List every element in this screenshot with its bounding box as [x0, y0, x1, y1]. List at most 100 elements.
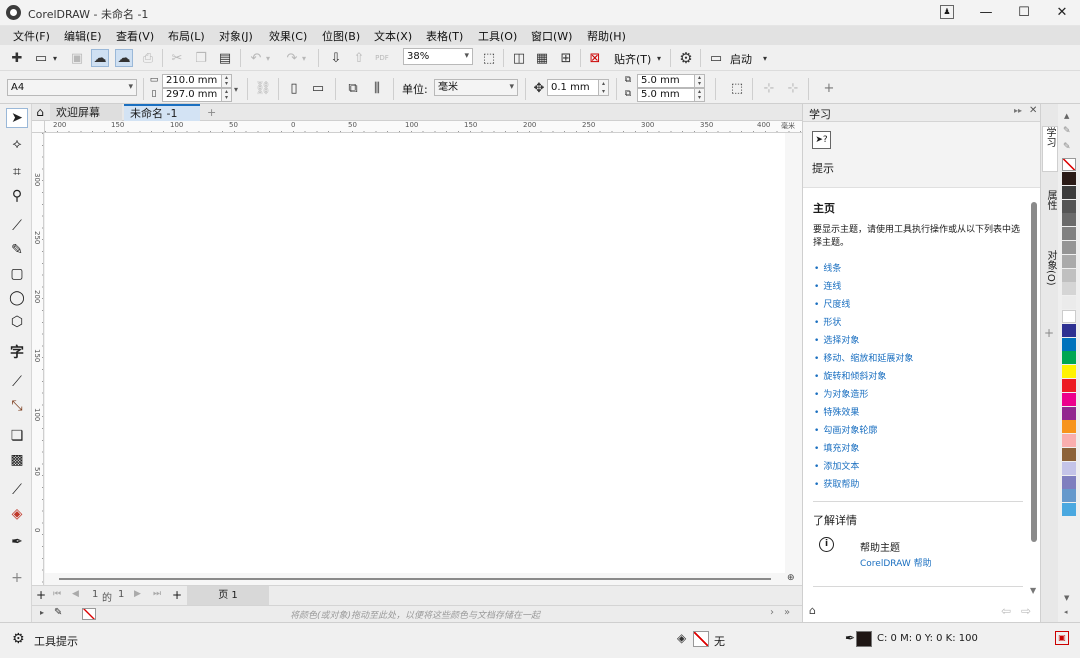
ruler-origin[interactable] — [32, 121, 45, 133]
palette-swatch[interactable] — [1062, 420, 1076, 434]
palette-swatch[interactable] — [1062, 185, 1076, 199]
duplicate-y-field[interactable]: 5.0 mm — [637, 88, 695, 102]
topic-link-add-text[interactable]: 添加文本 — [814, 459, 859, 472]
palette-swatch[interactable] — [1062, 227, 1076, 241]
redo-dropdown-icon[interactable]: ▾ — [299, 49, 309, 67]
duplicate-x-field[interactable]: 5.0 mm — [637, 74, 695, 88]
artistic-media-tool-icon[interactable]: ✎ — [6, 240, 28, 260]
coreldraw-help-link[interactable]: CorelDRAW 帮助 — [860, 556, 932, 569]
palette-eyedropper-icon[interactable]: ✎ — [1063, 126, 1071, 136]
drawing-scale-icon[interactable]: ⊹ — [760, 79, 778, 97]
add-toolbar-icon[interactable]: + — [820, 79, 838, 97]
launch-icon[interactable]: ▭ — [707, 49, 725, 67]
docker-pin-icon[interactable]: ▸▸ — [1014, 106, 1022, 115]
topic-link-connectors[interactable]: 连线 — [814, 279, 841, 292]
menu-text[interactable]: 文本(X) — [374, 28, 412, 44]
new-document-icon[interactable]: ✚ — [8, 49, 26, 67]
drop-shadow-tool-icon[interactable]: ❏ — [6, 426, 28, 446]
topic-link-special-effects[interactable]: 特殊效果 — [814, 405, 859, 418]
save-icon[interactable]: ▣ — [68, 49, 86, 67]
current-page-icon[interactable]: ⫼ — [368, 79, 386, 97]
launch-dropdown-icon[interactable]: ▾ — [760, 49, 770, 67]
vertical-scrollbar[interactable] — [785, 133, 802, 573]
outline-pen-icon[interactable]: ✒ — [845, 631, 855, 645]
options-gear-icon[interactable]: ⚙ — [677, 49, 695, 67]
no-color-swatch[interactable] — [1062, 158, 1076, 171]
menu-tools[interactable]: 工具(O) — [478, 28, 517, 44]
menu-help[interactable]: 帮助(H) — [587, 28, 626, 44]
menu-window[interactable]: 窗口(W) — [531, 28, 572, 44]
parallel-dimension-tool-icon[interactable]: ⟋ — [6, 372, 28, 392]
close-button[interactable]: ✕ — [1042, 0, 1080, 26]
nudge-spinner[interactable]: ▴ ▾ — [599, 79, 609, 96]
palette-swatch[interactable] — [1062, 461, 1076, 475]
page-size-dropdown-icon[interactable]: ▾ — [231, 80, 241, 98]
palette-flyout-icon[interactable]: » — [784, 607, 790, 618]
freehand-tool-icon[interactable]: ⟋ — [6, 216, 28, 236]
palette-swatch[interactable] — [1062, 213, 1076, 227]
palette-swatch[interactable] — [1062, 254, 1076, 268]
unit-select[interactable]: 毫米 — [434, 79, 518, 96]
menu-object[interactable]: 对象(J) — [219, 28, 253, 44]
full-screen-preview-icon[interactable]: ◫ — [510, 49, 528, 67]
menu-layout[interactable]: 布局(L) — [168, 28, 205, 44]
palette-swatch[interactable] — [1062, 268, 1076, 282]
interactive-fill-tool-icon[interactable]: ◈ — [6, 504, 28, 524]
polygon-tool-icon[interactable]: ⬡ — [6, 312, 28, 332]
rectangle-tool-icon[interactable]: ▢ — [6, 264, 28, 284]
import-icon[interactable]: ⇩ — [327, 49, 345, 67]
horizontal-scroll-thumb[interactable] — [59, 578, 771, 580]
topic-link-lines[interactable]: 线条 — [814, 261, 841, 274]
topic-link-outline[interactable]: 勾画对象轮廓 — [814, 423, 877, 436]
duplicate-x-spinner[interactable]: ▴ ▾ — [695, 74, 705, 88]
palette-swatch[interactable] — [1062, 351, 1076, 365]
palette-swatch[interactable] — [1062, 365, 1076, 379]
sidetab-learn[interactable]: 学习 — [1042, 126, 1058, 172]
shape-tool-icon[interactable]: ⟡ — [6, 134, 28, 154]
add-page-after-icon[interactable]: + — [172, 588, 182, 602]
menu-view[interactable]: 查看(V) — [116, 28, 154, 44]
topic-link-get-help[interactable]: 获取帮助 — [814, 477, 859, 490]
export-icon[interactable]: ⇧ — [350, 49, 368, 67]
topic-link-move-scale[interactable]: 移动、缩放和延展对象 — [814, 351, 913, 364]
palette-swatch[interactable] — [1062, 448, 1076, 461]
tab-document[interactable]: 未命名 -1 — [124, 104, 200, 121]
cut-icon[interactable]: ✂ — [168, 49, 186, 67]
menu-effects[interactable]: 效果(C) — [269, 28, 307, 44]
palette-scroll-right-icon[interactable]: › — [770, 607, 774, 618]
snap-off-icon[interactable]: ⊠ — [586, 49, 604, 67]
text-tool-icon[interactable]: 字 — [6, 342, 28, 362]
show-guidelines-icon[interactable]: ⊞ — [557, 49, 575, 67]
maximize-button[interactable]: ☐ — [1004, 0, 1044, 26]
palette-swatch[interactable] — [1062, 323, 1076, 337]
cloud-upload-icon[interactable]: ☁ — [115, 49, 133, 67]
object-scale-icon[interactable]: ⊹ — [784, 79, 802, 97]
docker-scroll-thumb[interactable] — [1031, 202, 1037, 542]
palette-swatch[interactable] — [1062, 199, 1076, 213]
sidetab-properties[interactable]: 属性 — [1042, 190, 1058, 232]
cloud-download-icon[interactable]: ☁ — [91, 49, 109, 67]
menu-edit[interactable]: 编辑(E) — [64, 28, 102, 44]
fill-color-swatch[interactable] — [693, 631, 709, 647]
add-tool-icon[interactable]: + — [6, 568, 28, 588]
zoom-tool-icon[interactable]: ⚲ — [6, 186, 28, 206]
menu-file[interactable]: 文件(F) — [13, 28, 50, 44]
transparency-tool-icon[interactable]: ▩ — [6, 450, 28, 470]
open-folder-icon[interactable]: ▭ — [32, 49, 50, 67]
print-icon[interactable]: ⎙ — [139, 49, 157, 67]
publish-pdf-icon[interactable]: PDF — [373, 49, 391, 67]
page-height-field[interactable]: 297.0 mm — [162, 88, 222, 102]
horizontal-scrollbar[interactable]: ⊕ — [45, 573, 802, 585]
palette-swatch[interactable] — [1062, 310, 1076, 323]
horizontal-ruler[interactable]: 200 150 100 50 0 50 100 150 200 250 300 … — [45, 121, 802, 133]
topic-link-fill[interactable]: 填充对象 — [814, 441, 859, 454]
outline-color-swatch[interactable] — [856, 631, 872, 647]
portrait-icon[interactable]: ▯ — [285, 79, 303, 97]
palette-down-icon[interactable]: ▼ — [1064, 594, 1069, 602]
palette-swatch[interactable] — [1062, 489, 1076, 503]
ellipse-tool-icon[interactable]: ◯ — [6, 288, 28, 308]
minimize-button[interactable]: — — [966, 0, 1006, 26]
undo-dropdown-icon[interactable]: ▾ — [263, 49, 273, 67]
palette-swatch[interactable] — [1062, 296, 1076, 310]
account-icon[interactable]: ♟ — [940, 5, 954, 19]
